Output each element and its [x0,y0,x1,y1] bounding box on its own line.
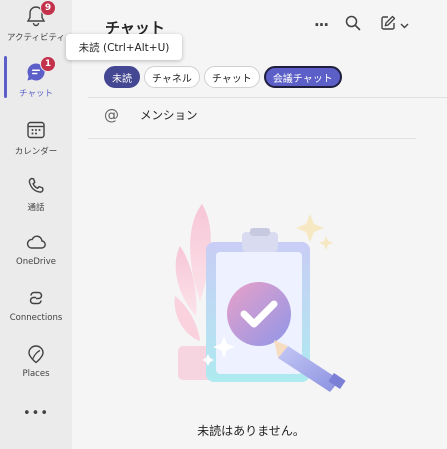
new-chat-button[interactable] [374,14,414,36]
search-icon [344,14,362,36]
rail-item-calls[interactable]: 通話 [0,170,72,224]
compose-icon [379,14,397,36]
more-options-icon: ··· [313,16,329,34]
more-apps-icon: ••• [22,406,49,421]
empty-state-illustration [160,196,360,396]
connections-icon [24,286,48,310]
cloud-icon [24,230,48,254]
bell-icon: 9 [24,0,56,28]
more-options-button[interactable]: ··· [310,14,332,36]
mentions-divider [88,138,416,139]
app-rail: 9 アクティビティ 1 チャット カレンダー 通話 OneDrive Conne… [0,0,72,449]
rail-label-places: Places [22,369,50,379]
search-button[interactable] [342,14,364,36]
filter-meeting-chats[interactable]: 会議チャット [263,66,342,88]
mentions-label: メンション [140,108,198,122]
chat-badge: 1 [40,56,56,72]
rail-label-activity: アクティビティ [6,33,66,43]
empty-state-message: 未読はありません。 [197,424,305,438]
rail-item-onedrive[interactable]: OneDrive [0,226,72,280]
filter-unread[interactable]: 未読 [104,66,140,88]
rail-item-chat[interactable]: 1 チャット [0,56,72,110]
chat-filter-bar: 未読 チャネル チャット 会議チャット [104,66,342,88]
rail-label-chat: チャット [19,89,53,99]
unread-tooltip: 未読 (Ctrl+Alt+U) [66,34,182,60]
header-divider [88,97,447,98]
mentions-item[interactable]: @ メンション [104,106,198,124]
rail-label-calendar: カレンダー [14,147,58,157]
at-icon: @ [104,106,119,124]
filter-chats[interactable]: チャット [203,66,260,88]
chevron-down-icon [399,16,410,35]
rail-label-connections: Connections [9,313,63,323]
activity-badge: 9 [40,0,56,16]
phone-icon [24,174,48,198]
filter-channels[interactable]: チャネル [144,66,200,88]
rail-item-places[interactable]: Places [0,338,72,392]
rail-label-calls: 通話 [27,203,45,213]
rail-label-onedrive: OneDrive [16,257,56,267]
places-icon [24,342,48,366]
rail-item-calendar[interactable]: カレンダー [0,114,72,168]
rail-item-activity[interactable]: 9 アクティビティ [0,0,72,54]
chat-icon: 1 [24,56,56,84]
rail-item-connections[interactable]: Connections [0,282,72,336]
calendar-icon [24,118,48,142]
